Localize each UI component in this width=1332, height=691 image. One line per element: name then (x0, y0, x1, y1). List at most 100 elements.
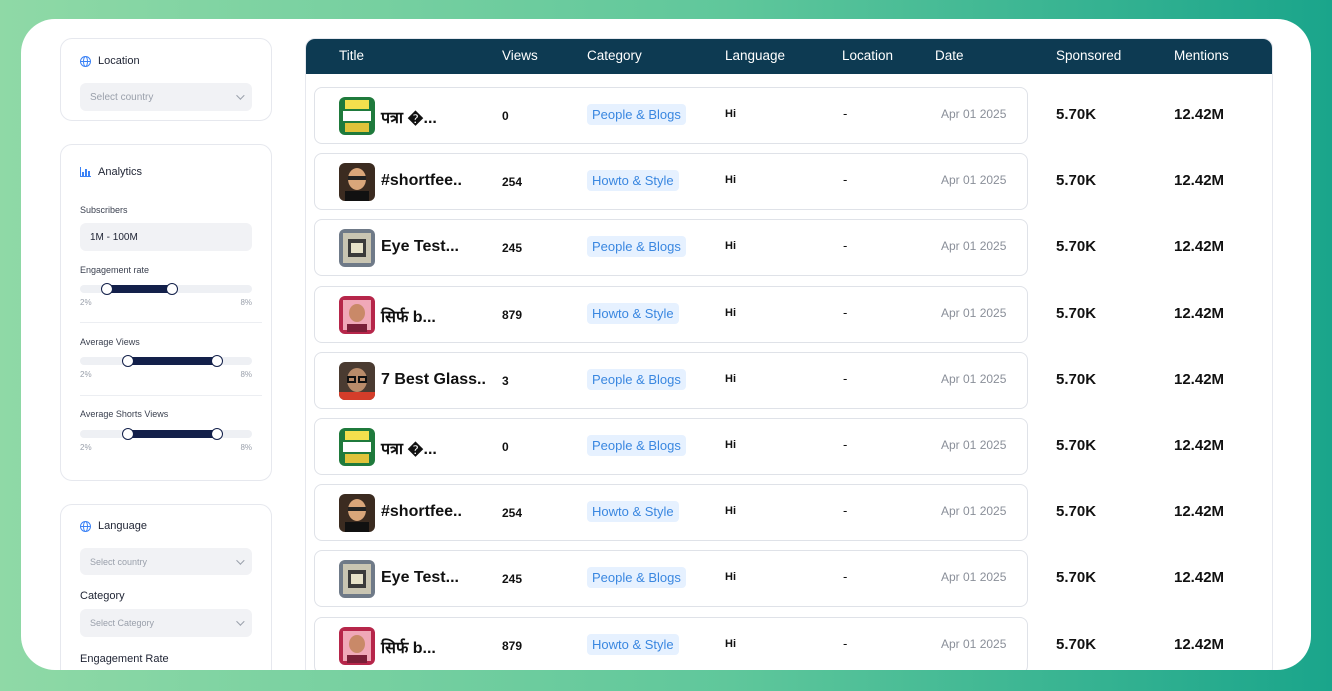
video-thumbnail[interactable] (339, 97, 375, 135)
video-thumbnail[interactable] (339, 163, 375, 202)
category-select[interactable]: Select Category (80, 609, 252, 637)
views-count: 879 (502, 638, 523, 653)
location-value: - (843, 106, 848, 121)
column-header-title[interactable]: Title (339, 48, 364, 63)
range-max-label: 8% (240, 370, 252, 379)
slider-max-handle[interactable] (211, 428, 223, 440)
video-title[interactable]: Eye Test... (381, 569, 459, 587)
views-count: 245 (502, 572, 523, 587)
table-row[interactable]: Eye Test... 245 People & Blogs Hi - Apr 01 20… (314, 550, 1028, 608)
category-badge: People & Blogs (587, 567, 686, 589)
video-title[interactable]: #shortfee.. (381, 503, 462, 521)
analytics-header: Analytics (80, 166, 142, 178)
location-value: - (843, 238, 848, 254)
column-header-date[interactable]: Date (935, 48, 964, 63)
slider-min-handle[interactable] (122, 428, 134, 440)
slider-min-handle[interactable] (122, 355, 134, 367)
average-views-slider[interactable]: 2% 8% (80, 354, 252, 379)
column-header-category[interactable]: Category (587, 48, 642, 63)
video-thumbnail[interactable] (339, 229, 375, 268)
language-select[interactable]: Select country (80, 548, 252, 575)
mentions-value: 12.42M (1174, 172, 1225, 190)
sponsored-value: 5.70K (1056, 172, 1097, 190)
column-header-sponsored[interactable]: Sponsored (1056, 48, 1121, 63)
mentions-value: 12.42M (1174, 106, 1225, 123)
sponsored-value: 5.70K (1056, 635, 1097, 653)
app-frame: Location Select country Analytics Subscr… (21, 19, 1311, 670)
video-thumbnail[interactable] (339, 361, 375, 400)
slider-min-handle[interactable] (101, 283, 113, 295)
video-title[interactable]: पत्रा �... (381, 437, 437, 459)
table-row[interactable]: सिर्फ b... 879 Howto & Style Hi - Apr 01 2025 (314, 285, 1028, 343)
video-title[interactable]: Eye Test... (381, 238, 459, 256)
language-value: Hi (725, 637, 736, 650)
views-count: 254 (502, 506, 523, 521)
analytics-title: Analytics (98, 166, 143, 178)
date-value: Apr 01 2025 (941, 504, 1007, 519)
language-header: Language (80, 520, 147, 532)
table-row[interactable]: सिर्फ b... 879 Howto & Style Hi - Apr 01 2025 (314, 616, 1028, 670)
column-header-location[interactable]: Location (842, 48, 893, 63)
average-views-label: Average Views (80, 337, 140, 347)
language-title: Language (98, 520, 147, 532)
views-count: 3 (502, 373, 509, 388)
engagement-rate-label: Engagement rate (80, 265, 150, 275)
table-row[interactable]: पत्रा �... 0 People & Blogs Hi - Apr 01 2025 (314, 418, 1028, 475)
video-thumbnail[interactable] (339, 494, 375, 533)
videos-table: Title Views Category Language Location D… (305, 38, 1273, 670)
date-value: Apr 01 2025 (941, 636, 1007, 651)
video-thumbnail[interactable] (339, 626, 375, 665)
column-header-mentions[interactable]: Mentions (1174, 48, 1229, 63)
slider-max-handle[interactable] (166, 283, 178, 295)
table-row[interactable]: पत्रा �... 0 People & Blogs Hi - Apr 01 2025 (314, 87, 1028, 144)
average-shorts-views-label: Average Shorts Views (80, 409, 169, 419)
engagement-rate-slider[interactable]: 2% 8% (80, 282, 252, 307)
views-count: 254 (502, 175, 523, 190)
location-select[interactable]: Select country (80, 83, 252, 111)
date-value: Apr 01 2025 (941, 438, 1007, 452)
views-count: 245 (502, 241, 523, 256)
video-thumbnail[interactable] (339, 428, 375, 466)
views-count: 0 (502, 440, 509, 454)
average-shorts-views-slider[interactable]: 2% 8% (80, 427, 252, 452)
range-min-label: 2% (80, 443, 92, 452)
video-title[interactable]: #shortfee.. (381, 172, 462, 190)
category-badge: Howto & Style (587, 633, 679, 655)
table-header: Title Views Category Language Location D… (306, 39, 1272, 74)
date-value: Apr 01 2025 (941, 239, 1007, 254)
language-value: Hi (725, 306, 736, 319)
language-panel: Language Select country Category Select … (60, 504, 272, 670)
globe-icon (80, 520, 91, 532)
subscribers-label: Subscribers (80, 205, 128, 215)
video-title[interactable]: सिर्फ b... (381, 305, 436, 327)
range-min-label: 2% (80, 370, 92, 379)
range-max-label: 8% (240, 443, 252, 452)
location-value: - (843, 635, 848, 651)
subscribers-value: 1M - 100M (90, 231, 138, 243)
language-value: Hi (725, 240, 736, 253)
video-title[interactable]: सिर्फ b... (381, 636, 436, 658)
location-title: Location (98, 55, 140, 67)
slider-max-handle[interactable] (211, 355, 223, 367)
language-value: Hi (725, 372, 736, 385)
mentions-value: 12.42M (1174, 304, 1225, 322)
video-title[interactable]: पत्रा �... (381, 106, 437, 128)
table-row[interactable]: Eye Test... 245 People & Blogs Hi - Apr 01 20… (314, 219, 1028, 277)
chevron-down-icon (236, 617, 245, 626)
table-row[interactable]: #shortfee.. 254 Howto & Style Hi - Apr 01 202… (314, 153, 1028, 211)
table-row[interactable]: #shortfee.. 254 Howto & Style Hi - Apr 01 202… (314, 484, 1028, 542)
video-title[interactable]: 7 Best Glass.. (381, 371, 486, 389)
table-row[interactable]: 7 Best Glass.. 3 People & Blogs Hi - Apr 01 2… (314, 351, 1028, 409)
date-value: Apr 01 2025 (941, 107, 1007, 121)
video-thumbnail[interactable] (339, 295, 375, 334)
slider-fill (128, 357, 218, 365)
category-badge: People & Blogs (587, 236, 686, 258)
column-header-views[interactable]: Views (502, 48, 538, 63)
sponsored-value: 5.70K (1056, 106, 1097, 123)
chevron-down-icon (236, 91, 245, 100)
sponsored-value: 5.70K (1056, 437, 1097, 454)
video-thumbnail[interactable] (339, 560, 375, 599)
subscribers-field[interactable]: 1M - 100M (80, 223, 252, 251)
column-header-language[interactable]: Language (725, 48, 785, 63)
location-header: Location (80, 55, 140, 67)
